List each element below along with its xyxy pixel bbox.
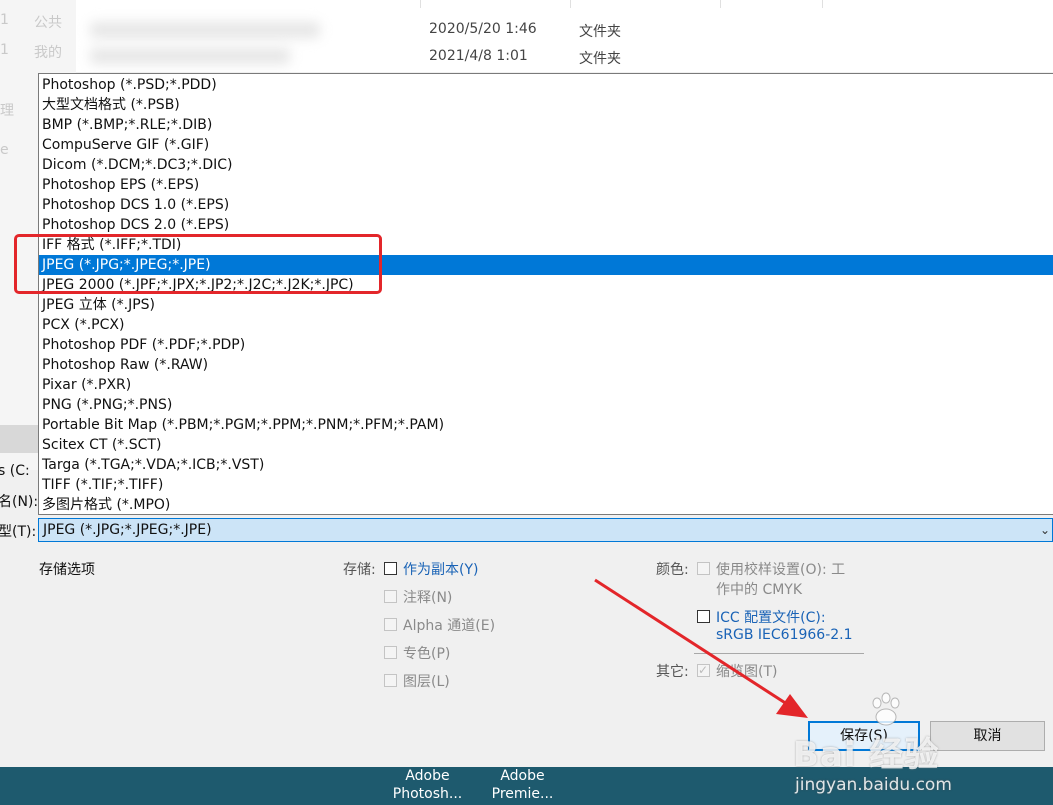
format-option[interactable]: Photoshop DCS 1.0 (*.EPS) [39,195,1053,215]
format-option[interactable]: JPEG 立体 (*.JPS) [39,295,1053,315]
storage-label: 存储: [343,562,376,578]
column-divider [420,0,421,8]
format-option[interactable]: TIFF (*.TIF;*.TIFF) [39,475,1053,495]
save-type-select[interactable]: JPEG (*.JPG;*.JPEG;*.JPE) ⌄ [38,518,1053,542]
column-divider [822,0,823,8]
format-option[interactable]: IFF 格式 (*.IFF;*.TDI) [39,235,1053,255]
format-option[interactable]: Dicom (*.DCM;*.DC3;*.DIC) [39,155,1053,175]
format-option[interactable]: Scitex CT (*.SCT) [39,435,1053,455]
nav-fragment: 1 [0,12,9,28]
layers-checkbox [384,674,397,687]
nav-fragment: 理 [0,103,14,119]
spot-color-label: 专色(P) [403,646,451,662]
format-option[interactable]: Photoshop Raw (*.RAW) [39,355,1053,375]
format-option[interactable]: Portable Bit Map (*.PBM;*.PGM;*.PPM;*.PN… [39,415,1053,435]
file-list-area: 2020/5/20 1:46 文件夹 2021/4/8 1:01 文件夹 [0,0,1053,72]
other-label: 其它: [656,664,689,680]
format-option[interactable]: Photoshop PDF (*.PDF;*.PDP) [39,335,1053,355]
taskbar-item-line2: Photosh... [392,786,463,802]
color-label: 颜色: [656,562,689,578]
column-divider [570,0,571,8]
nav-fragment: e [0,142,9,158]
format-option[interactable]: Pixar (*.PXR) [39,375,1053,395]
icc-profile-label[interactable]: ICC 配置文件(C): [716,607,826,627]
format-option[interactable]: Photoshop EPS (*.EPS) [39,175,1053,195]
format-option-selected[interactable]: JPEG (*.JPG;*.JPEG;*.JPE) [39,255,1053,275]
annotations-label: 注释(N) [403,590,453,606]
format-option[interactable]: PCX (*.PCX) [39,315,1053,335]
alpha-checkbox [384,618,397,631]
taskbar-item-premiere[interactable]: Adobe Premie... [475,767,570,805]
spot-color-checkbox [384,646,397,659]
proof-setup-label-line2: 作中的 CMYK [716,582,803,598]
as-copy-checkbox[interactable] [384,562,397,575]
save-type-label: 型(T): [0,524,37,540]
file-type: 文件夹 [579,24,621,40]
file-date: 2021/4/8 1:01 [429,48,528,64]
format-option[interactable]: CompuServe GIF (*.GIF) [39,135,1053,155]
format-option[interactable]: Targa (*.TGA;*.VDA;*.ICB;*.VST) [39,455,1053,475]
file-type: 文件夹 [579,51,621,67]
alpha-label: Alpha 通道(E) [403,618,496,634]
as-copy-label[interactable]: 作为副本(Y) [403,559,478,579]
chevron-down-icon: ⌄ [1039,523,1050,537]
format-option[interactable]: 多图片格式 (*.MPO) [39,495,1053,515]
check-icon: ✓ [698,663,709,677]
taskbar-item-line1: Adobe [500,768,545,784]
icc-profile-checkbox[interactable] [697,610,710,623]
taskbar-item-line2: Premie... [491,786,554,802]
format-option[interactable]: Photoshop DCS 2.0 (*.EPS) [39,215,1053,235]
layers-label: 图层(L) [403,674,450,690]
format-option[interactable]: 大型文档格式 (*.PSB) [39,95,1053,115]
icc-profile-name: sRGB IEC61966-2.1 [716,627,853,643]
blurred-file-name [90,48,290,64]
format-option[interactable]: PNG (*.PNG;*.PNS) [39,395,1053,415]
format-option[interactable]: Photoshop (*.PSD;*.PDD) [39,75,1053,95]
annotations-checkbox [384,590,397,603]
blurred-file-name [90,22,320,38]
save-options-title: 存储选项 [39,562,95,578]
taskbar-item-line1: Adobe [405,768,450,784]
nav-selected-row [0,425,38,453]
nav-fragment: 1 [0,42,9,58]
format-dropdown-list[interactable]: Photoshop (*.PSD;*.PDD) 大型文档格式 (*.PSB) B… [38,73,1053,515]
taskbar-item-photoshop[interactable]: Adobe Photosh... [380,767,475,805]
nav-fragment: 我的 [34,45,62,61]
column-divider [720,0,721,8]
save-type-value: JPEG (*.JPG;*.JPEG;*.JPE) [43,522,212,538]
drive-label: s (C: [0,463,30,479]
filename-label: 名(N): [0,494,39,510]
options-separator [694,653,864,654]
taskbar: Adobe Photosh... Adobe Premie... [0,767,1053,805]
save-button[interactable]: 保存(S) [808,721,920,751]
cancel-button[interactable]: 取消 [930,721,1045,751]
format-option[interactable]: JPEG 2000 (*.JPF;*.JPX;*.JP2;*.J2C;*.J2K… [39,275,1053,295]
proof-setup-label: 使用校样设置(O): 工 [716,562,846,578]
format-option[interactable]: BMP (*.BMP;*.RLE;*.DIB) [39,115,1053,135]
thumbnail-label: 缩览图(T) [716,664,778,680]
proof-setup-checkbox [697,562,710,575]
file-date: 2020/5/20 1:46 [429,21,537,37]
nav-fragment: 公共 [34,15,62,31]
